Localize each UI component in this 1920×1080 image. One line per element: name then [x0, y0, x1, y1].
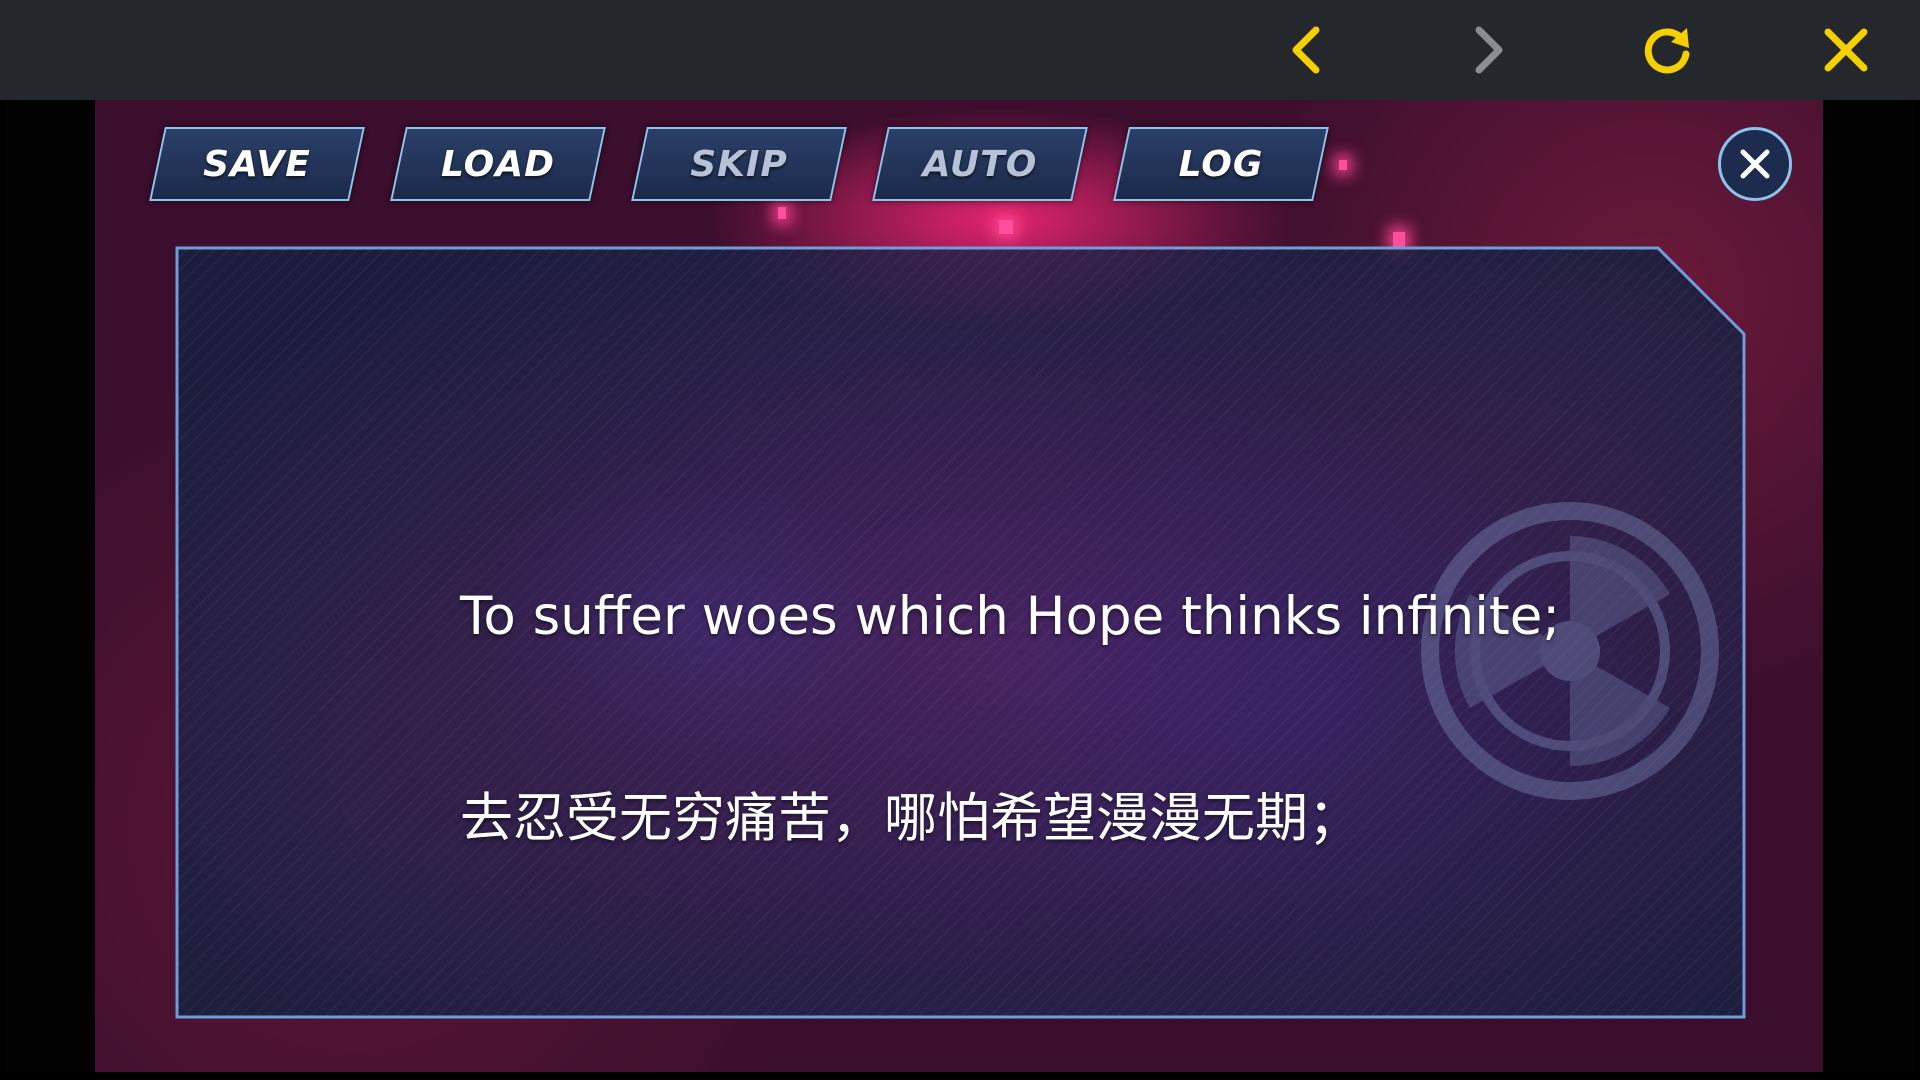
- back-button[interactable]: [1276, 18, 1340, 82]
- save-button[interactable]: SAVE: [149, 127, 365, 201]
- particle: [778, 207, 786, 219]
- dialog-panel: To suffer woes which Hope thinks infinit…: [175, 246, 1747, 1020]
- skip-label: SKIP: [690, 143, 788, 185]
- log-label: LOG: [1178, 143, 1264, 185]
- dialog-line-chinese: 去忍受无穷痛苦，哪怕希望漫漫无期；: [460, 788, 1361, 849]
- game-window: SAVE LOAD SKIP AUTO LOG To suffer woes w…: [0, 0, 1920, 1080]
- load-button[interactable]: LOAD: [390, 127, 606, 201]
- particle: [1339, 160, 1347, 170]
- skip-button[interactable]: SKIP: [631, 127, 847, 201]
- close-window-button[interactable]: [1814, 18, 1878, 82]
- auto-label: AUTO: [922, 143, 1038, 185]
- emblem-icon: [1421, 502, 1719, 800]
- close-dialog-button[interactable]: [1718, 127, 1792, 201]
- close-icon: [1824, 28, 1868, 72]
- log-button[interactable]: LOG: [1113, 127, 1329, 201]
- top-bar: [0, 0, 1920, 100]
- chevron-right-icon: [1475, 26, 1503, 74]
- reload-icon: [1644, 28, 1690, 74]
- scene-background: SAVE LOAD SKIP AUTO LOG To suffer woes w…: [95, 100, 1823, 1072]
- dialog-line-english: To suffer woes which Hope thinks infinit…: [460, 586, 1561, 647]
- load-label: LOAD: [440, 143, 555, 185]
- game-viewport: SAVE LOAD SKIP AUTO LOG To suffer woes w…: [5, 100, 1915, 1072]
- forward-button[interactable]: [1455, 18, 1519, 82]
- reload-button[interactable]: [1636, 18, 1700, 82]
- auto-button[interactable]: AUTO: [872, 127, 1088, 201]
- save-label: SAVE: [203, 143, 311, 185]
- chevron-left-icon: [1292, 26, 1320, 74]
- particle: [999, 220, 1013, 234]
- close-icon: [1740, 149, 1770, 179]
